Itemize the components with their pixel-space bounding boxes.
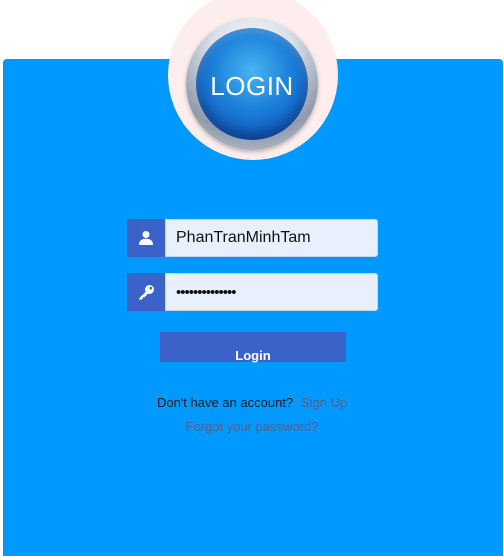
signup-link[interactable]: Sign Up [301,395,347,410]
login-button[interactable]: Login [160,332,346,362]
signup-prompt: Don't have an account? Sign Up [0,395,504,410]
user-icon [127,219,165,257]
key-icon [127,273,165,311]
logo-text: LOGIN [210,71,294,101]
password-input[interactable] [165,273,378,311]
username-input[interactable] [165,219,378,257]
forgot-password-link[interactable]: Forgot your password? [0,419,504,434]
no-account-text: Don't have an account? [156,395,294,410]
password-row [127,273,378,311]
username-row [127,219,378,257]
